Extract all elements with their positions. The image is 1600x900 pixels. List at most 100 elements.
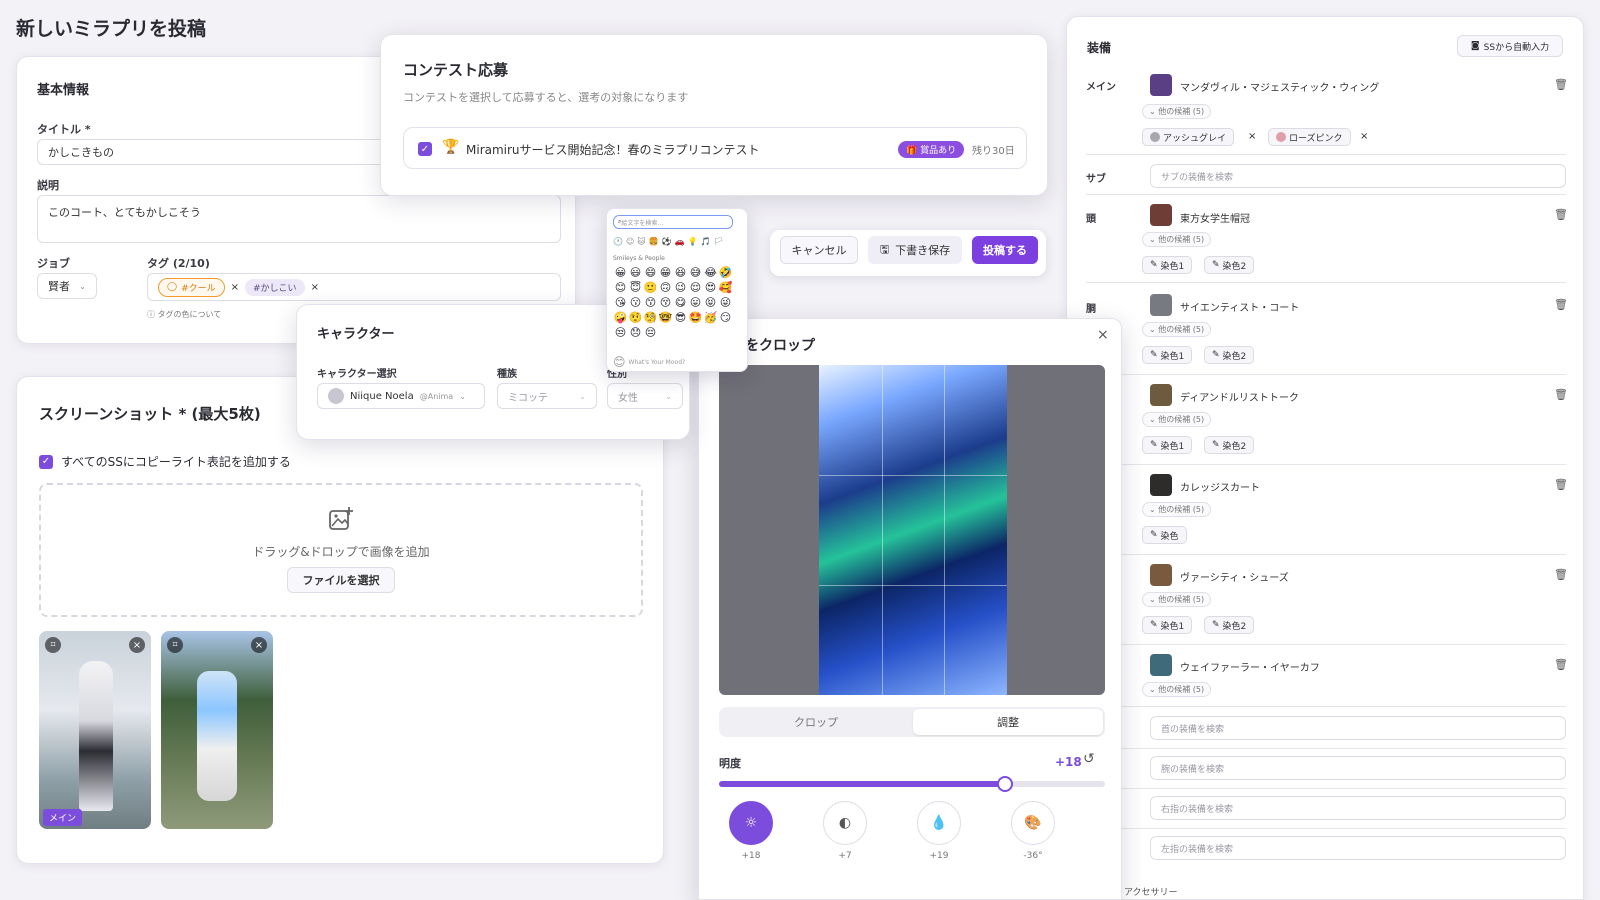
tab-adjust[interactable]: 調整 — [913, 709, 1103, 735]
crop-canvas[interactable] — [719, 365, 1105, 695]
dye-ash-gray[interactable]: アッシュグレイ — [1142, 128, 1235, 146]
dye1-button[interactable]: ✎ 染色1 — [1142, 436, 1193, 454]
dye2-button[interactable]: ✎ 染色2 — [1204, 346, 1255, 364]
emoji-item[interactable]: 😞 — [628, 325, 643, 340]
trash-icon[interactable]: 🗑 — [1554, 478, 1592, 491]
more-candidates[interactable]: ⌄ 他の候補 (5) — [1142, 682, 1212, 697]
emoji-item[interactable]: 😘 — [613, 295, 628, 310]
description-textarea[interactable]: このコート、とてもかしこそう — [37, 195, 561, 243]
emoji-item[interactable]: 😇 — [628, 280, 643, 295]
close-icon[interactable]: × — [129, 637, 145, 653]
emoji-item[interactable]: 😌 — [688, 280, 703, 295]
emoji-item[interactable]: 😎 — [673, 310, 688, 325]
left-ring-search-input[interactable]: 左指の装備を検索 — [1150, 836, 1566, 860]
emoji-item[interactable]: 🤣 — [718, 265, 733, 280]
more-candidates[interactable]: ⌄ 他の候補 (5) — [1142, 592, 1212, 607]
dye2-button[interactable]: ✎ 染色2 — [1204, 436, 1255, 454]
dye-rose-pink[interactable]: ローズピンク — [1268, 128, 1351, 146]
trash-icon[interactable]: 🗑 — [1554, 658, 1592, 671]
emoji-item[interactable]: 😄 — [643, 265, 658, 280]
screenshot-thumb-2[interactable]: ⌗ × — [161, 631, 273, 829]
crop-icon[interactable]: ⌗ — [167, 637, 183, 653]
emoji-item[interactable]: 🤪 — [613, 310, 628, 325]
screenshot-thumb-1[interactable]: ⌗ × メイン — [39, 631, 151, 829]
emoji-item[interactable]: 😁 — [658, 265, 673, 280]
emoji-item[interactable]: 😗 — [628, 295, 643, 310]
emoji-category-tabs[interactable]: 🕐☺🐱🍔⚽🚗💡🎵🏳 — [613, 237, 727, 246]
sub-search-input[interactable]: サブの装備を検索 — [1150, 164, 1566, 188]
emoji-item[interactable]: 😂 — [703, 265, 718, 280]
gender-select[interactable]: 女性 ⌄ — [607, 383, 683, 409]
contrast-knob[interactable]: ◐ — [823, 801, 867, 845]
dye-button[interactable]: ✎ 染色 — [1142, 526, 1187, 544]
dye2-button[interactable]: ✎ 染色2 — [1204, 256, 1255, 274]
contest-item[interactable]: ✓ 🏆 Miramiruサービス開始記念！春のミラプリコンテスト 🎁 賞品あり … — [403, 127, 1027, 169]
emoji-item[interactable]: 😉 — [673, 280, 688, 295]
brightness-slider[interactable] — [719, 776, 1105, 792]
remove-tag-icon[interactable]: × — [231, 282, 239, 293]
brightness-slider-thumb[interactable] — [996, 776, 1013, 792]
dye2-button[interactable]: ✎ 染色2 — [1204, 616, 1255, 634]
saturation-knob[interactable]: 💧 — [917, 801, 961, 845]
reset-icon[interactable]: ↺ — [1083, 751, 1095, 767]
emoji-item[interactable]: 😀 — [613, 265, 628, 280]
race-select[interactable]: ミコッテ ⌄ — [497, 383, 597, 409]
submit-button[interactable]: 投稿する — [972, 236, 1038, 264]
tags-input[interactable]: ◯ #クール × #かしこい × — [147, 273, 561, 301]
brightness-knob[interactable]: ☼ — [729, 801, 773, 845]
emoji-item[interactable]: 😚 — [658, 295, 673, 310]
dye1-button[interactable]: ✎ 染色1 — [1142, 616, 1193, 634]
auto-fill-button[interactable]: ◙ SSから自動入力 — [1457, 35, 1563, 57]
emoji-item[interactable]: 😜 — [718, 295, 733, 310]
trash-icon[interactable]: 🗑 — [1554, 298, 1592, 311]
emoji-item[interactable]: 😛 — [688, 295, 703, 310]
right-ring-search-input[interactable]: 右指の装備を検索 — [1150, 796, 1566, 820]
checkbox-checked-icon[interactable]: ✓ — [39, 454, 53, 469]
trash-icon[interactable]: 🗑 — [1554, 568, 1592, 581]
emoji-item[interactable]: 😝 — [703, 295, 718, 310]
copyright-option[interactable]: ✓ すべてのSSにコピーライト表記を追加する — [39, 453, 291, 470]
trash-icon[interactable]: 🗑 — [1554, 208, 1592, 221]
emoji-item[interactable]: 🤩 — [688, 310, 703, 325]
neck-search-input[interactable]: 首の装備を検索 — [1150, 716, 1566, 740]
close-icon[interactable]: × — [1097, 327, 1109, 343]
emoji-item[interactable]: 😅 — [688, 265, 703, 280]
tag-color-help[interactable]: ⓘ タグの色について — [147, 309, 221, 320]
more-candidates[interactable]: ⌄ 他の候補 (5) — [1142, 232, 1212, 247]
emoji-item[interactable]: 😍 — [703, 280, 718, 295]
emoji-item[interactable]: 😆 — [673, 265, 688, 280]
emoji-item[interactable]: 😏 — [718, 310, 733, 325]
more-candidates[interactable]: ⌄ 他の候補 (5) — [1142, 502, 1212, 517]
emoji-item[interactable]: 😊 — [613, 280, 628, 295]
emoji-item[interactable]: 🥳 — [703, 310, 718, 325]
dye1-button[interactable]: ✎ 染色1 — [1142, 256, 1193, 274]
emoji-item[interactable]: 🤓 — [658, 310, 673, 325]
emoji-item[interactable]: 😙 — [643, 295, 658, 310]
choose-file-button[interactable]: ファイルを選択 — [287, 567, 395, 593]
checkbox-checked-icon[interactable]: ✓ — [418, 142, 432, 156]
trash-icon[interactable]: 🗑 — [1554, 78, 1592, 91]
cancel-button[interactable]: キャンセル — [780, 236, 858, 264]
remove-dye-icon[interactable]: × — [1248, 131, 1256, 142]
crop-icon[interactable]: ⌗ — [45, 637, 61, 653]
wrist-search-input[interactable]: 腕の装備を検索 — [1150, 756, 1566, 780]
emoji-item[interactable]: 🥰 — [718, 280, 733, 295]
more-candidates[interactable]: ⌄ 他の候補 (5) — [1142, 322, 1212, 337]
dropzone[interactable]: ドラッグ&ドロップで画像を追加 ファイルを選択 — [39, 483, 643, 617]
emoji-item[interactable]: 😒 — [613, 325, 628, 340]
emoji-item[interactable]: 🙂 — [643, 280, 658, 295]
emoji-item[interactable]: 😋 — [673, 295, 688, 310]
hue-knob[interactable]: 🎨 — [1011, 801, 1055, 845]
dye1-button[interactable]: ✎ 染色1 — [1142, 346, 1193, 364]
tab-crop[interactable]: クロップ — [721, 709, 911, 735]
trash-icon[interactable]: 🗑 — [1554, 388, 1592, 401]
emoji-item[interactable]: 😃 — [628, 265, 643, 280]
remove-tag-icon[interactable]: × — [311, 282, 319, 293]
emoji-item[interactable]: 🧐 — [643, 310, 658, 325]
character-select[interactable]: Niique Noela @Anima ⌄ — [317, 383, 485, 409]
emoji-search-input[interactable]: ⌕ 絵文字を検索... — [613, 215, 733, 229]
emoji-item[interactable]: 😔 — [643, 325, 658, 340]
more-candidates[interactable]: ⌄ 他の候補 (5) — [1142, 104, 1212, 119]
job-select[interactable]: 賢者 ⌄ — [37, 273, 97, 299]
emoji-item[interactable]: 🤨 — [628, 310, 643, 325]
